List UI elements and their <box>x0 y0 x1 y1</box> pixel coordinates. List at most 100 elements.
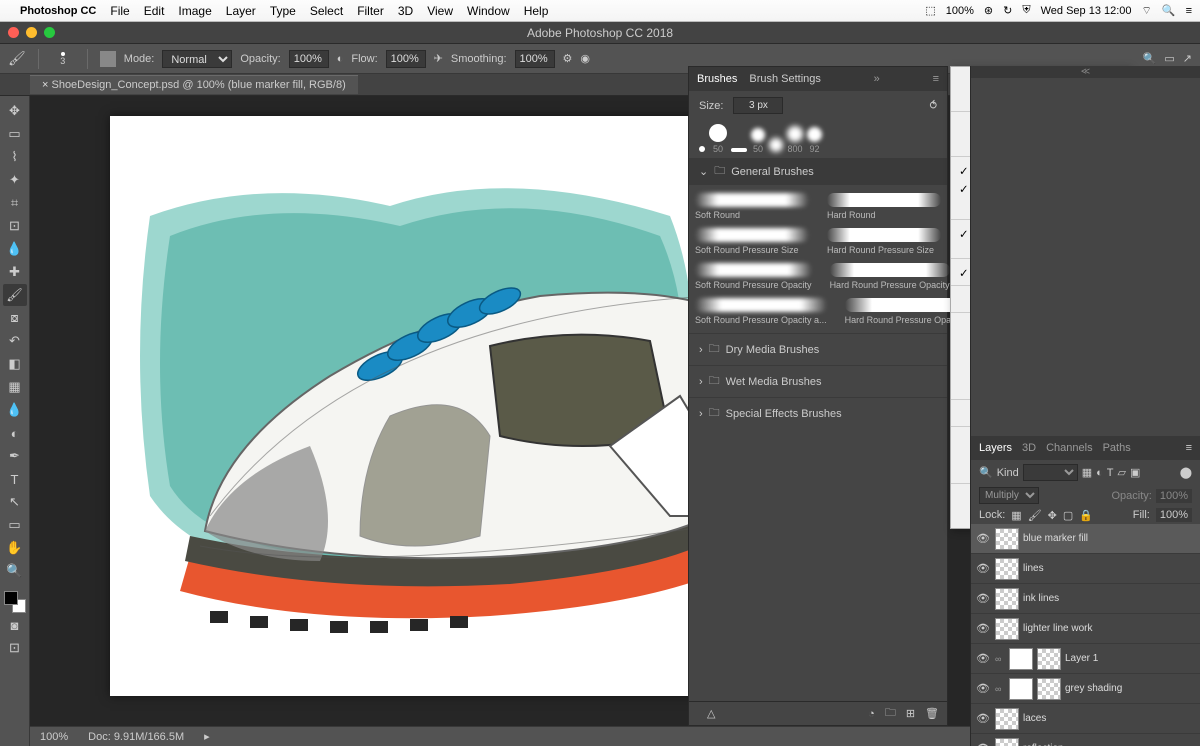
layer-thumb[interactable] <box>995 708 1019 730</box>
layer-name[interactable]: laces <box>1023 713 1046 724</box>
layer-name[interactable]: blue marker fill <box>1023 533 1088 544</box>
color-swatches[interactable] <box>4 591 26 613</box>
pressure-opacity-icon[interactable]: ◐ <box>337 53 344 65</box>
tool-crop[interactable]: ⌗ <box>3 192 27 214</box>
doc-info-arrow-icon[interactable]: ▸ <box>204 730 210 743</box>
blend-swatch-icon[interactable] <box>100 51 116 67</box>
brush-preset[interactable]: Soft Round Pressure Opacity a... <box>689 296 833 327</box>
tool-marquee[interactable]: ▭ <box>3 123 27 145</box>
layer-thumb[interactable] <box>1037 678 1061 700</box>
panel-menu-icon[interactable]: ≡ <box>933 73 939 85</box>
filter-smart-icon[interactable]: ▣ <box>1130 466 1140 479</box>
brush-folder[interactable]: ›🗀Dry Media Brushes <box>689 333 947 365</box>
delete-brush-icon[interactable]: 🗑 <box>925 707 939 720</box>
lock-all-icon[interactable]: 🔒 <box>1079 509 1093 522</box>
tool-stamp[interactable]: ⧇ <box>3 307 27 329</box>
visibility-toggle[interactable]: 👁 <box>975 712 991 725</box>
maximize-window-button[interactable] <box>44 27 55 38</box>
size-input[interactable] <box>733 97 783 114</box>
layer-row[interactable]: 👁lighter line work <box>971 614 1200 644</box>
recent-brush[interactable] <box>769 138 783 154</box>
tool-lasso[interactable]: ⌇ <box>3 146 27 168</box>
lock-position-icon[interactable]: ✥ <box>1048 509 1057 522</box>
brush-folder[interactable]: ›🗀Special Effects Brushes <box>689 397 947 429</box>
minimize-window-button[interactable] <box>26 27 37 38</box>
layer-row[interactable]: 👁 ink lines <box>971 584 1200 614</box>
mask-thumb[interactable] <box>1009 678 1033 700</box>
tab-brushes[interactable]: Brushes <box>697 69 737 89</box>
recent-brush[interactable] <box>731 148 747 154</box>
layer-thumb[interactable] <box>995 738 1019 746</box>
tool-shape[interactable]: ▭ <box>3 514 27 536</box>
slider-handle-icon[interactable]: △ <box>707 707 715 720</box>
recent-brush[interactable]: 92 <box>807 127 822 154</box>
recent-brush[interactable]: 50 <box>751 128 765 154</box>
layer-name[interactable]: grey shading <box>1065 683 1122 694</box>
mask-thumb[interactable] <box>1009 648 1033 670</box>
brush-preset[interactable]: Hard Round Pressure Size <box>821 226 947 257</box>
menu-select[interactable]: Select <box>310 4 343 18</box>
wifi-icon[interactable]: ⌔ <box>1142 4 1152 18</box>
kind-search-icon[interactable]: 🔍 <box>979 466 993 479</box>
menu-filter[interactable]: Filter <box>357 4 384 18</box>
filter-pixel-icon[interactable]: ▦ <box>1082 466 1092 479</box>
layer-name[interactable]: ink lines <box>1023 593 1059 604</box>
brush-preset[interactable]: Soft Round <box>689 191 815 222</box>
layer-opacity-input[interactable]: 100% <box>1156 489 1192 503</box>
menu-file[interactable]: File <box>110 4 129 18</box>
screen-mode-icon[interactable]: ⊡ <box>3 637 27 659</box>
workspace-icon[interactable]: ▭ <box>1164 52 1174 65</box>
tool-pen[interactable]: ✒ <box>3 445 27 467</box>
tool-blur[interactable]: 💧 <box>3 399 27 421</box>
visibility-toggle[interactable]: 👁 <box>975 682 991 695</box>
layer-row[interactable]: 👁∞Layer 1 <box>971 644 1200 674</box>
tool-path[interactable]: ↖ <box>3 491 27 513</box>
brush-group-header[interactable]: ⌄ 🗀 General Brushes <box>689 158 947 185</box>
layer-row[interactable]: 👁∞grey shading <box>971 674 1200 704</box>
close-window-button[interactable] <box>8 27 19 38</box>
visibility-toggle[interactable]: 👁 <box>975 592 991 605</box>
tool-eraser[interactable]: ◧ <box>3 353 27 375</box>
filter-shape-icon[interactable]: ▱ <box>1118 466 1126 479</box>
recent-brush[interactable]: 800 <box>787 126 803 154</box>
toggle-livetip-icon[interactable]: ◔ <box>868 708 875 720</box>
kind-select[interactable] <box>1023 464 1078 481</box>
tab-brush-settings[interactable]: Brush Settings <box>749 69 821 89</box>
cc-status-icon[interactable]: ⊛ <box>984 4 993 17</box>
tab-3d[interactable]: 3D <box>1022 442 1036 454</box>
layer-thumb[interactable] <box>1037 648 1061 670</box>
menu-window[interactable]: Window <box>467 4 510 18</box>
layer-row[interactable]: 👁blue marker fill <box>971 524 1200 554</box>
brush-preset[interactable]: Soft Round Pressure Size <box>689 226 815 257</box>
menu-edit[interactable]: Edit <box>144 4 165 18</box>
sync-icon[interactable]: ↻ <box>1003 4 1012 17</box>
recent-brush[interactable] <box>699 146 705 154</box>
menu-icon[interactable]: ≡ <box>1186 5 1192 17</box>
smoothing-input[interactable]: 100% <box>515 50 555 68</box>
tool-dodge[interactable]: ◐ <box>3 422 27 444</box>
layer-name[interactable]: Layer 1 <box>1065 653 1098 664</box>
layer-row[interactable]: 👁reflection <box>971 734 1200 746</box>
visibility-toggle[interactable]: 👁 <box>975 742 991 746</box>
tab-layers[interactable]: Layers <box>979 442 1012 454</box>
tool-hand[interactable]: ✋ <box>3 537 27 559</box>
layer-fill-input[interactable]: 100% <box>1156 508 1192 522</box>
pressure-size-icon[interactable]: ◉ <box>580 52 590 65</box>
spotlight-icon[interactable]: 🔍 <box>1162 4 1176 17</box>
tool-type[interactable]: T <box>3 468 27 490</box>
lock-artboard-icon[interactable]: ▢ <box>1063 509 1073 522</box>
tab-channels[interactable]: Channels <box>1046 442 1092 454</box>
quick-mask-icon[interactable]: ◙ <box>3 614 27 636</box>
brush-preset-picker[interactable]: 3 <box>51 47 75 71</box>
smoothing-gear-icon[interactable]: ⚙ <box>563 52 573 65</box>
layer-name[interactable]: lines <box>1023 563 1044 574</box>
airbrush-icon[interactable]: ✈ <box>434 52 443 65</box>
layer-thumb[interactable] <box>995 528 1019 550</box>
visibility-toggle[interactable]: 👁 <box>975 652 991 665</box>
tool-eyedropper[interactable]: 💧 <box>3 238 27 260</box>
tool-frame[interactable]: ⊡ <box>3 215 27 237</box>
panel-menu-icon[interactable]: ≡ <box>1186 442 1192 454</box>
collapse-arrows-icon[interactable]: ≪ <box>971 66 1200 78</box>
mode-select[interactable]: Normal <box>162 50 232 68</box>
new-brush-icon[interactable]: ⊞ <box>906 707 915 720</box>
